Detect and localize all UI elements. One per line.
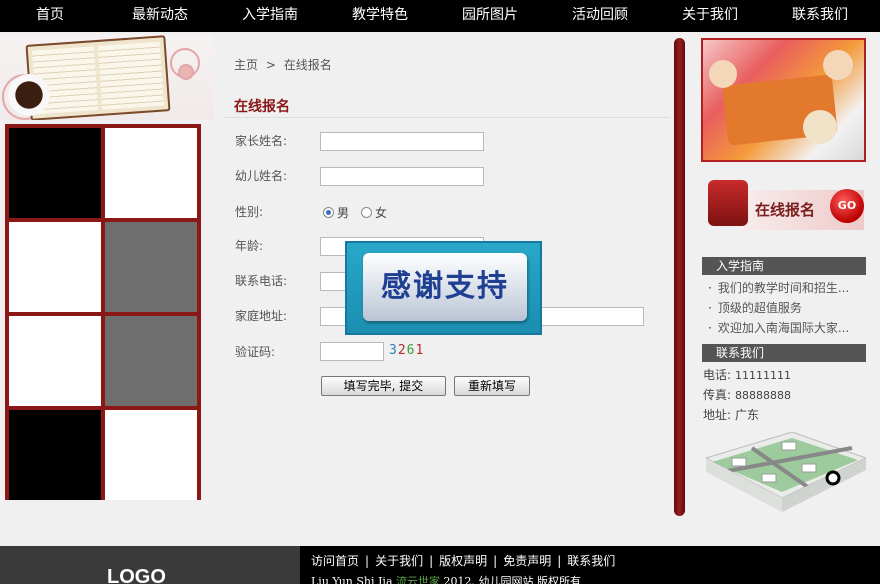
gender-male-radio[interactable] <box>323 207 334 218</box>
grid-image[interactable] <box>9 410 101 500</box>
captcha-digit: 2 <box>397 343 407 358</box>
parent-name-input[interactable] <box>320 132 484 151</box>
left-banner-image <box>0 34 214 120</box>
go-button[interactable]: GO <box>830 189 864 223</box>
age-label: 年龄: <box>235 239 264 253</box>
notebook-illustration <box>25 35 171 120</box>
copyright-suffix: 2012. 幼儿园网站 版权所有 <box>443 575 581 584</box>
child-name-input[interactable] <box>320 167 484 186</box>
contact-phone-value: 11111111 <box>735 369 792 382</box>
gender-male-label: 男 <box>337 206 350 220</box>
gender-female-label: 女 <box>375 206 388 220</box>
guide-link[interactable]: · 欢迎加入南海国际大家... <box>708 319 862 336</box>
grid-image[interactable] <box>9 222 101 312</box>
photo-child-shape <box>823 50 853 80</box>
footer-separator: | <box>365 554 370 568</box>
footer-link-contact[interactable]: 联系我们 <box>567 554 615 568</box>
decor-circle <box>178 64 194 80</box>
photo-child-shape <box>709 60 737 88</box>
contact-phone: 电话: 11111111 <box>703 366 791 383</box>
bullet-icon: · <box>708 321 712 335</box>
footer-logo[interactable]: LOGO <box>107 566 166 584</box>
thanks-overlay-text: 感谢支持 <box>363 253 527 321</box>
captcha-digit: 1 <box>415 343 425 358</box>
kids-photo <box>701 38 866 162</box>
location-map-image[interactable] <box>702 428 866 514</box>
notebook-page <box>97 41 165 110</box>
breadcrumb-separator: > <box>265 58 276 72</box>
breadcrumb-current: 在线报名 <box>283 58 332 72</box>
guide-link-text[interactable]: 欢迎加入南海国际大家... <box>718 321 849 335</box>
guide-link[interactable]: · 我们的教学时间和招生... <box>708 279 862 296</box>
footer-separator: | <box>429 554 434 568</box>
nav-item-contact-us[interactable]: 联系我们 <box>765 0 875 32</box>
grid-image[interactable] <box>105 222 197 312</box>
nav-item-gallery[interactable]: 园所图片 <box>435 0 545 32</box>
nav-item-activities[interactable]: 活动回顾 <box>545 0 655 32</box>
nav-item-news[interactable]: 最新动态 <box>105 0 215 32</box>
thanks-overlay[interactable]: 感谢支持 <box>345 241 542 335</box>
breadcrumb: 主页 > 在线报名 <box>234 56 336 73</box>
address-label: 家庭地址: <box>235 309 288 323</box>
nav-item-about-us[interactable]: 关于我们 <box>655 0 765 32</box>
bullet-icon: · <box>708 281 712 295</box>
parent-name-label: 家长姓名: <box>235 134 288 148</box>
gender-label: 性别: <box>235 205 264 219</box>
online-register-banner[interactable]: 在线报名 GO <box>700 168 866 246</box>
footer: LOGO 访问首页 | 关于我们 | 版权声明 | 免责声明 | 联系我们 Liu Yun Sh… <box>0 546 880 584</box>
bullet-icon: · <box>708 301 712 315</box>
submit-button[interactable]: 填写完毕, 提交 <box>321 376 446 396</box>
copyright-brand[interactable]: 流云世家 <box>396 575 440 584</box>
contact-address-value: 广东 <box>735 408 760 422</box>
top-navigation: 首页 最新动态 入学指南 教学特色 园所图片 活动回顾 关于我们 联系我们 <box>0 0 880 32</box>
breadcrumb-home[interactable]: 主页 <box>234 58 258 72</box>
left-image-grid <box>5 124 201 500</box>
footer-separator: | <box>557 554 562 568</box>
guide-link-text[interactable]: 顶级的超值服务 <box>718 301 802 315</box>
megaphone-tv-icon <box>708 180 748 226</box>
grid-image[interactable] <box>105 316 197 406</box>
contact-fax-value: 88888888 <box>735 389 792 402</box>
captcha-label: 验证码: <box>235 345 276 359</box>
footer-link-copyright[interactable]: 版权声明 <box>439 554 487 568</box>
title-divider <box>224 117 670 118</box>
photo-child-shape <box>803 110 837 144</box>
contact-phone-label: 电话: <box>703 368 732 382</box>
grid-image[interactable] <box>9 128 101 218</box>
contact-fax: 传真: 88888888 <box>703 386 791 403</box>
guide-section-title: 入学指南 <box>702 257 866 275</box>
contact-fax-label: 传真: <box>703 388 732 402</box>
gender-female-radio[interactable] <box>361 207 373 218</box>
gender-radio-group: 男 女 <box>323 204 399 221</box>
grid-image[interactable] <box>105 128 197 218</box>
column-divider <box>674 38 685 516</box>
phone-label: 联系电话: <box>235 274 288 288</box>
reset-button[interactable]: 重新填写 <box>454 376 530 396</box>
register-banner-text: 在线报名 <box>755 201 816 219</box>
guide-link[interactable]: · 顶级的超值服务 <box>708 299 862 316</box>
page-title: 在线报名 <box>234 99 290 115</box>
coffee-cup-illustration <box>8 74 50 116</box>
footer-copyright: Liu Yun Shi Jia 流云世家 2012. 幼儿园网站 版权所有 <box>311 573 581 584</box>
nav-item-admission-guide[interactable]: 入学指南 <box>215 0 325 32</box>
captcha-digit: 3 <box>389 343 398 358</box>
captcha-input[interactable] <box>320 342 384 361</box>
contact-address: 地址: 广东 <box>703 406 759 423</box>
footer-link-home[interactable]: 访问首页 <box>311 554 359 568</box>
grid-image[interactable] <box>9 316 101 406</box>
footer-logo-area: LOGO <box>0 546 300 584</box>
grid-image[interactable] <box>105 410 197 500</box>
captcha-image[interactable]: 3261 <box>389 343 424 358</box>
guide-link-text[interactable]: 我们的教学时间和招生... <box>718 281 849 295</box>
contact-address-label: 地址: <box>703 408 732 422</box>
nav-item-teaching-features[interactable]: 教学特色 <box>325 0 435 32</box>
footer-link-about[interactable]: 关于我们 <box>375 554 423 568</box>
contact-section-title: 联系我们 <box>702 344 866 362</box>
nav-item-home[interactable]: 首页 <box>0 0 105 32</box>
copyright-prefix: Liu Yun Shi Jia <box>311 575 393 584</box>
child-name-label: 幼儿姓名: <box>235 169 288 183</box>
footer-links: 访问首页 | 关于我们 | 版权声明 | 免责声明 | 联系我们 <box>311 552 615 569</box>
footer-separator: | <box>493 554 498 568</box>
footer-link-disclaimer[interactable]: 免责声明 <box>503 554 551 568</box>
